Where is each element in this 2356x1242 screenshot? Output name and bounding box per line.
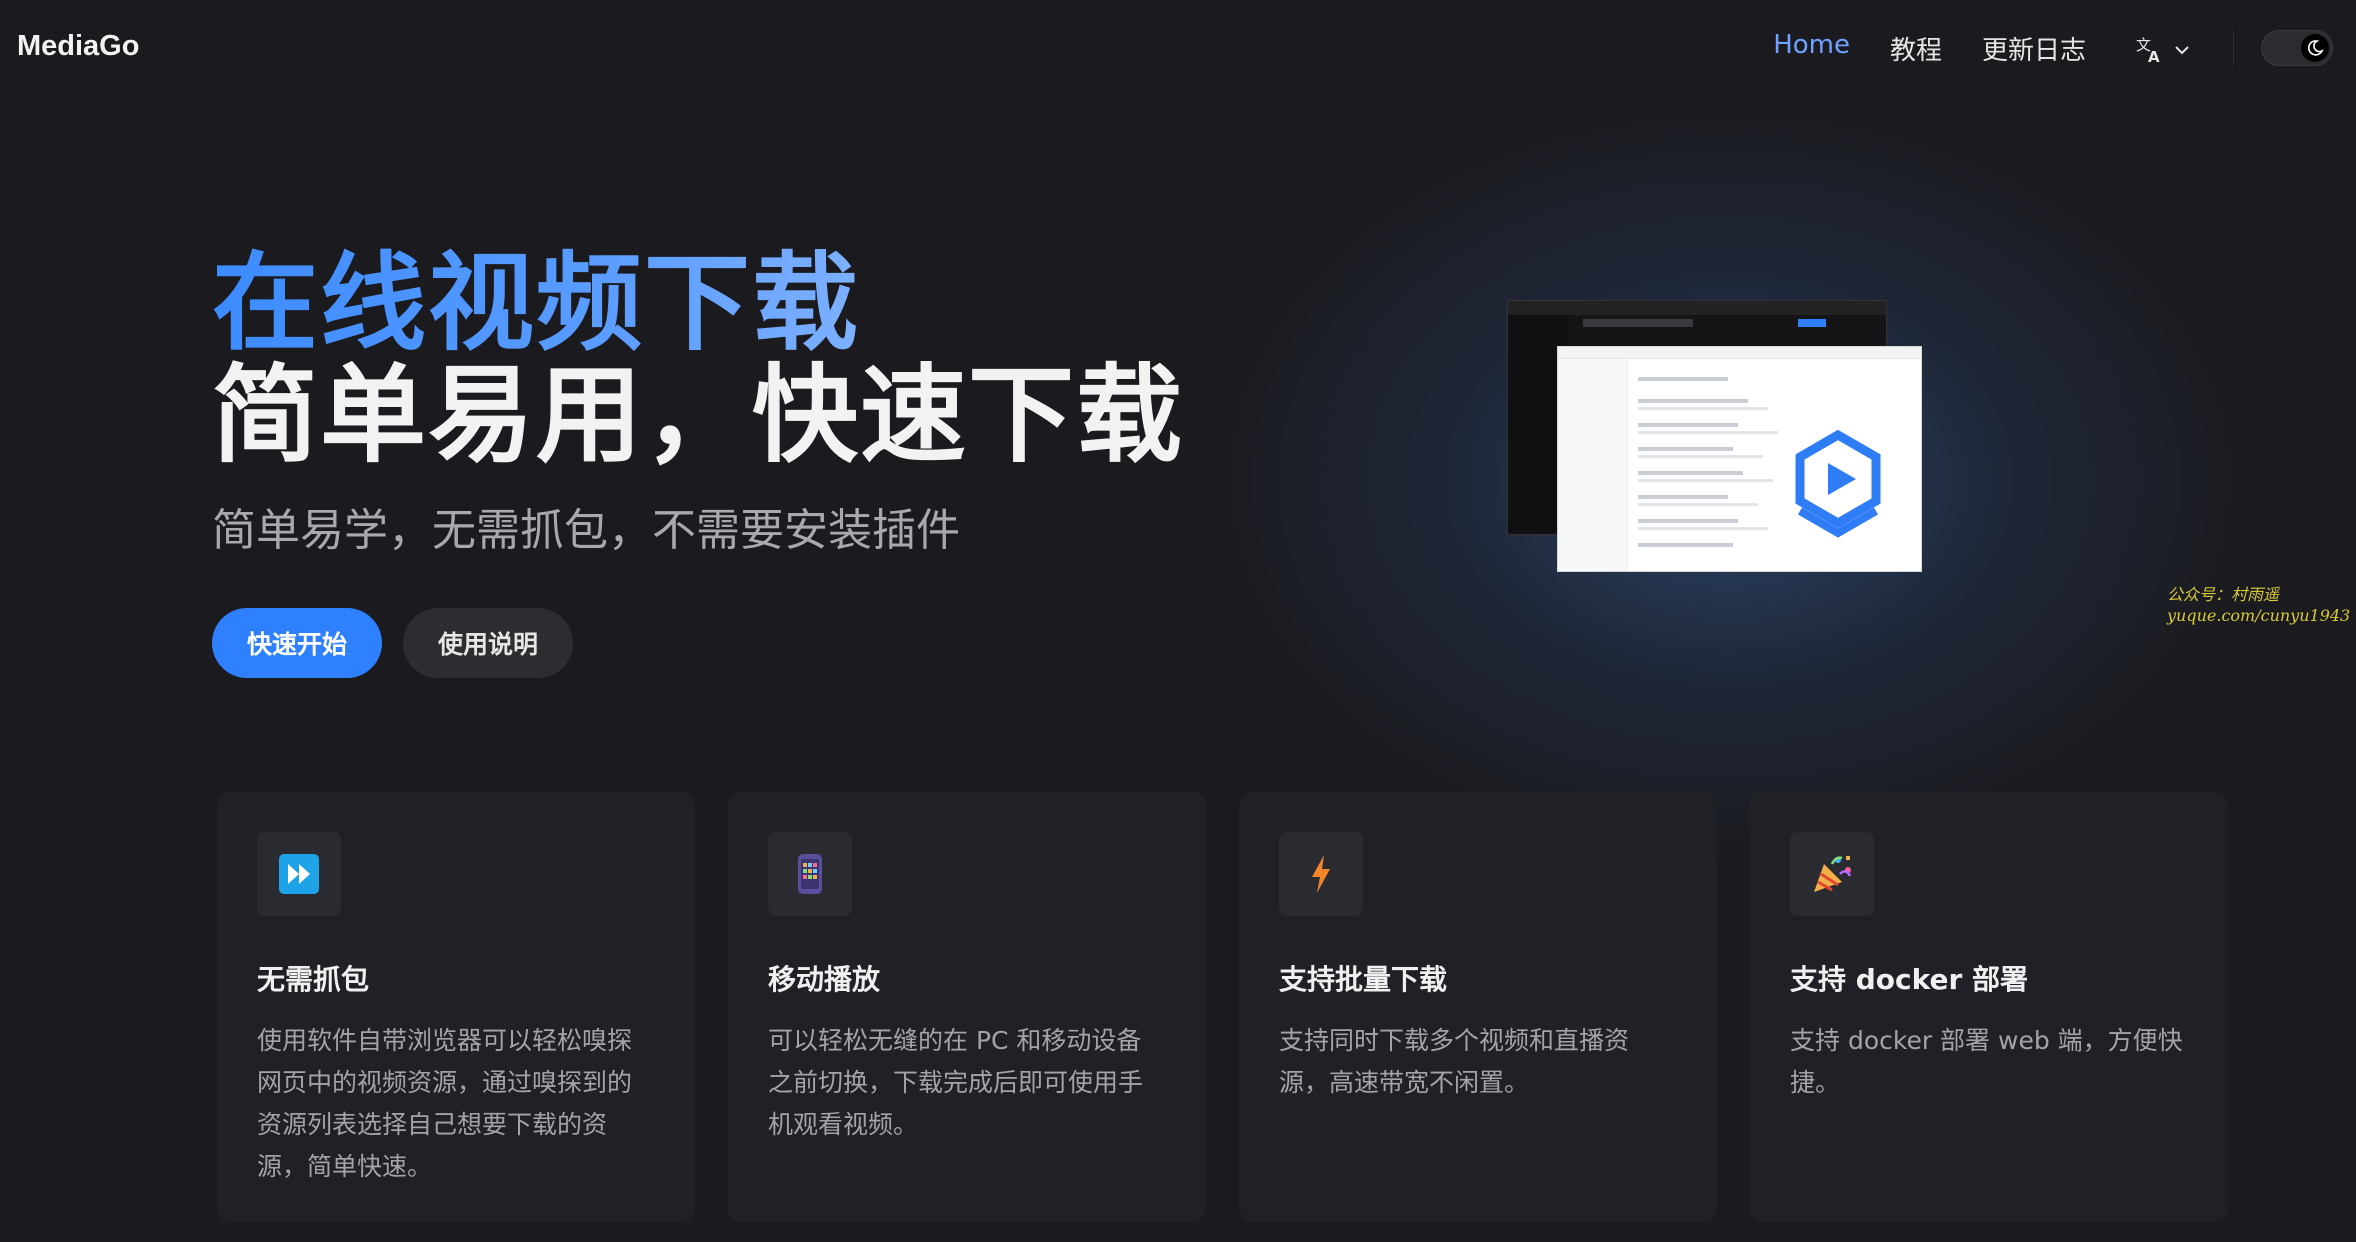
chevron-down-icon — [2175, 46, 2189, 55]
feature-title: 移动播放 — [768, 963, 881, 996]
feature-description: 支持同时下载多个视频和直播资源，高速带宽不闲置。 — [1279, 1026, 1630, 1097]
feature-title: 支持批量下载 — [1279, 963, 1448, 996]
feature-icon-box — [768, 832, 852, 916]
usage-guide-button[interactable]: 使用说明 — [403, 608, 573, 678]
brand-logo-text[interactable]: MediaGo — [17, 30, 139, 63]
mediago-logo-icon — [1795, 429, 1881, 538]
mobile-phone-icon — [798, 854, 822, 894]
feature-card: 移动播放 可以轻松无缝的在 PC 和移动设备之前切换，下载完成后即可使用手机观看… — [728, 792, 1206, 1222]
translate-icon: 文 A — [2136, 36, 2160, 64]
lightning-icon — [1312, 855, 1330, 893]
svg-text:A: A — [2148, 48, 2160, 64]
language-switcher[interactable]: 文 A — [2136, 34, 2196, 66]
quick-start-button[interactable]: 快速开始 — [212, 608, 382, 678]
nav-link-tutorial[interactable]: 教程 — [1890, 30, 1942, 67]
top-navbar: MediaGo Home 教程 更新日志 文 A — [0, 0, 2356, 98]
hero-title: 简单易用，快速下载 — [212, 354, 1184, 477]
nav-link-changelog[interactable]: 更新日志 — [1982, 30, 2086, 67]
nav-link-home[interactable]: Home — [1773, 30, 1850, 67]
feature-title: 支持 docker 部署 — [1790, 963, 2029, 996]
feature-card: 支持 docker 部署 支持 docker 部署 web 端，方便快捷。 — [1750, 792, 2228, 1222]
fast-forward-icon — [279, 854, 319, 894]
feature-icon-box — [257, 832, 341, 916]
watermark-line1: 公众号：村雨遥 — [2167, 585, 2280, 604]
moon-icon — [2307, 40, 2324, 56]
hero-subtitle: 简单易学，无需抓包，不需要安装插件 — [212, 505, 960, 556]
feature-description: 使用软件自带浏览器可以轻松嗅探网页中的视频资源，通过嗅探到的资源列表选择自己想要… — [257, 1026, 633, 1181]
nav-divider — [2233, 30, 2234, 66]
feature-title: 无需抓包 — [257, 963, 370, 996]
feature-icon-box — [1279, 832, 1363, 916]
nav-links: Home 教程 更新日志 — [1773, 30, 2086, 67]
feature-icon-box — [1790, 832, 1874, 916]
feature-description: 可以轻松无缝的在 PC 和移动设备之前切换，下载完成后即可使用手机观看视频。 — [768, 1026, 1144, 1139]
hero-title-highlight: 在线视频下载 — [212, 242, 860, 365]
light-app-window — [1557, 346, 1922, 572]
feature-description: 支持 docker 部署 web 端，方便快捷。 — [1790, 1026, 2183, 1097]
feature-card: 无需抓包 使用软件自带浏览器可以轻松嗅探网页中的视频资源，通过嗅探到的资源列表选… — [217, 792, 695, 1222]
theme-toggle[interactable] — [2261, 30, 2333, 66]
watermark-line2: yuque.com/cunyu1943 — [2167, 605, 2351, 625]
party-popper-icon — [1814, 856, 1852, 892]
theme-toggle-knob — [2301, 34, 2329, 62]
app-screenshot-preview — [1507, 300, 1927, 575]
feature-card: 支持批量下载 支持同时下载多个视频和直播资源，高速带宽不闲置。 — [1239, 792, 1717, 1222]
watermark: 公众号：村雨遥 yuque.com/cunyu1943 — [2167, 585, 2350, 627]
